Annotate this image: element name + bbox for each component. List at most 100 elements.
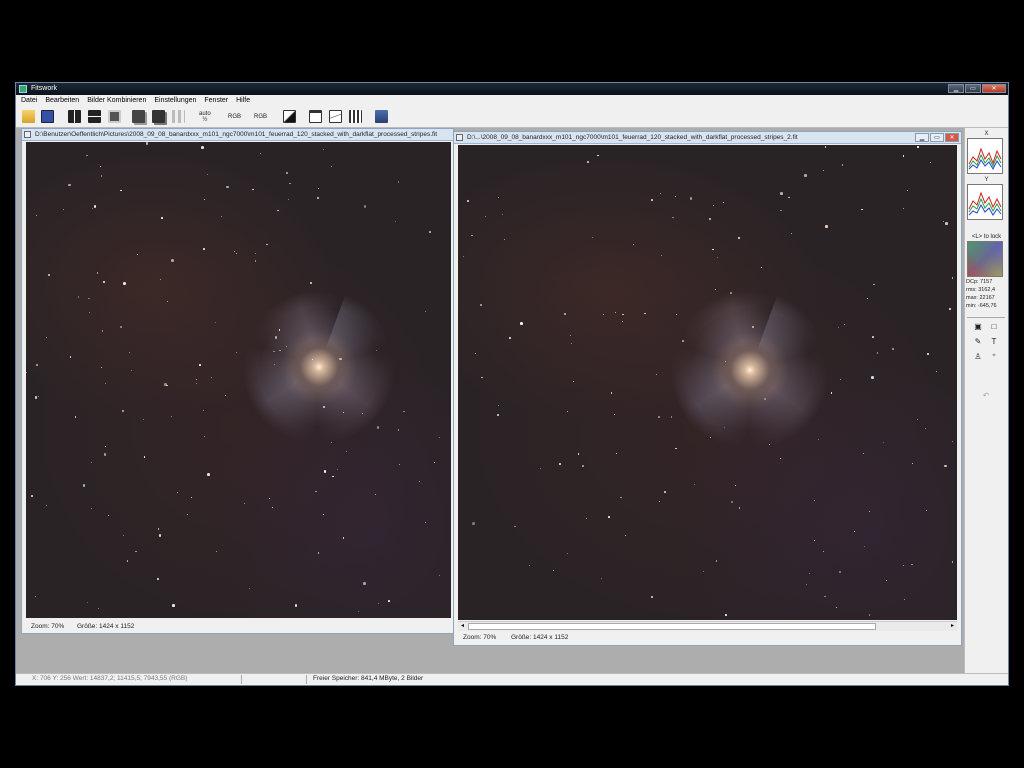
menu-datei[interactable]: Datei	[21, 95, 37, 106]
star	[474, 353, 476, 355]
star	[681, 340, 684, 342]
undo-icon[interactable]: ↶	[981, 391, 991, 401]
menu-bearbeiten[interactable]: Bearbeiten	[45, 95, 79, 106]
status-bar: X: 706 Y: 256 Wert: 14837,2; 11415,5; 79…	[16, 673, 1008, 685]
window-2-minimize-button[interactable]: ▁	[915, 133, 929, 142]
lock-hint: <L> to lock	[971, 234, 1002, 240]
y-profile-plot[interactable]	[967, 184, 1003, 220]
star	[709, 218, 711, 220]
star	[157, 578, 160, 580]
star	[388, 600, 390, 602]
star	[107, 515, 109, 517]
dcp-value: DCp: 7157	[966, 279, 993, 285]
menu-fenster[interactable]: Fenster	[204, 95, 228, 106]
star	[861, 208, 863, 211]
eyedropper-icon[interactable]: ✎	[973, 337, 983, 347]
star	[171, 259, 174, 262]
star	[610, 392, 613, 394]
window-2-title-bar[interactable]: D:\...\2008_09_08_banardxxx_m101_ngc7000…	[454, 132, 961, 144]
window-1-title-bar[interactable]: D:\Benutzer\Oeffentlich\Pictures\2008_09…	[22, 129, 453, 141]
star	[804, 174, 807, 177]
horizontal-scrollbar[interactable]: ◂ ▸	[458, 621, 957, 631]
star	[363, 582, 366, 585]
star	[497, 414, 500, 416]
star	[911, 563, 913, 566]
star	[74, 415, 77, 418]
star	[418, 481, 420, 483]
grid-icon[interactable]	[172, 109, 185, 124]
menu-bar: Datei Bearbeiten Bilder Kombinieren Eins…	[16, 95, 1008, 106]
auto-button[interactable]: auto ½	[199, 109, 211, 124]
star	[103, 281, 105, 283]
star	[172, 604, 175, 607]
window-icon[interactable]	[309, 109, 322, 124]
toolbar: auto ½ RGB RGB	[16, 106, 1008, 128]
stamp-icon[interactable]: ♙	[973, 352, 983, 362]
star	[166, 300, 168, 302]
star	[161, 217, 164, 219]
star	[658, 416, 660, 418]
mirror-icon[interactable]	[88, 109, 101, 124]
window-2-close-button[interactable]: ✕	[945, 133, 959, 142]
star	[582, 464, 584, 467]
star	[871, 335, 874, 338]
scrollbar-thumb[interactable]	[468, 623, 876, 630]
image-canvas-1[interactable]	[26, 142, 451, 618]
star	[330, 441, 332, 443]
star	[724, 614, 727, 616]
star	[944, 222, 948, 225]
contrast-icon[interactable]	[283, 109, 296, 124]
copy-icon[interactable]	[108, 109, 121, 124]
window-2-maximize-button[interactable]: ▭	[930, 133, 944, 142]
star	[67, 183, 71, 187]
star	[376, 426, 380, 429]
star	[203, 198, 205, 200]
star	[86, 154, 88, 157]
close-button[interactable]: ✕	[982, 84, 1006, 93]
pixel-preview[interactable]	[967, 241, 1003, 277]
minimize-button[interactable]: ▁	[948, 84, 964, 93]
open-folder-icon[interactable]	[22, 109, 35, 124]
star	[730, 501, 733, 503]
star	[621, 320, 623, 322]
star	[949, 308, 951, 311]
rgb-button-1[interactable]: RGB	[228, 109, 241, 124]
rectangle-icon[interactable]: □	[989, 322, 999, 332]
tool-icon[interactable]	[375, 109, 388, 124]
scroll-left-icon[interactable]: ◂	[458, 622, 467, 631]
star	[467, 200, 470, 202]
star	[62, 208, 64, 210]
star	[689, 196, 693, 200]
image-window-1[interactable]: D:\Benutzer\Oeffentlich\Pictures\2008_09…	[21, 128, 454, 634]
image-canvas-2[interactable]	[458, 145, 957, 620]
menu-hilfe[interactable]: Hilfe	[236, 95, 250, 106]
star	[730, 292, 732, 294]
zoom-label: Zoom: 70%	[31, 623, 65, 630]
image-window-2[interactable]: D:\...\2008_09_08_banardxxx_m101_ngc7000…	[453, 131, 962, 646]
rgb-button-2[interactable]: RGB	[254, 109, 267, 124]
star	[817, 438, 819, 440]
stack-icon[interactable]	[132, 109, 145, 124]
scroll-right-icon[interactable]: ▸	[948, 622, 957, 631]
graph-icon[interactable]	[329, 109, 342, 124]
save-icon[interactable]	[41, 109, 54, 124]
star	[47, 274, 50, 276]
star	[951, 277, 954, 279]
star	[722, 201, 724, 203]
maximize-button[interactable]: ▭	[965, 84, 981, 93]
star	[310, 281, 313, 284]
star	[377, 602, 379, 604]
document-icon	[24, 131, 31, 138]
x-profile-plot[interactable]	[967, 138, 1003, 174]
crop-icon[interactable]: ▣	[973, 322, 983, 332]
star	[200, 145, 204, 149]
menu-einstellungen[interactable]: Einstellungen	[154, 95, 196, 106]
flip-icon[interactable]	[68, 109, 81, 124]
histogram-icon[interactable]	[349, 109, 362, 124]
arrange-icon[interactable]	[152, 109, 165, 124]
menu-bilder-kombinieren[interactable]: Bilder Kombinieren	[87, 95, 146, 106]
star	[501, 213, 503, 215]
add-point-icon[interactable]: ⁺	[989, 352, 999, 362]
star	[123, 282, 126, 285]
text-tool-icon[interactable]: T	[989, 337, 999, 347]
